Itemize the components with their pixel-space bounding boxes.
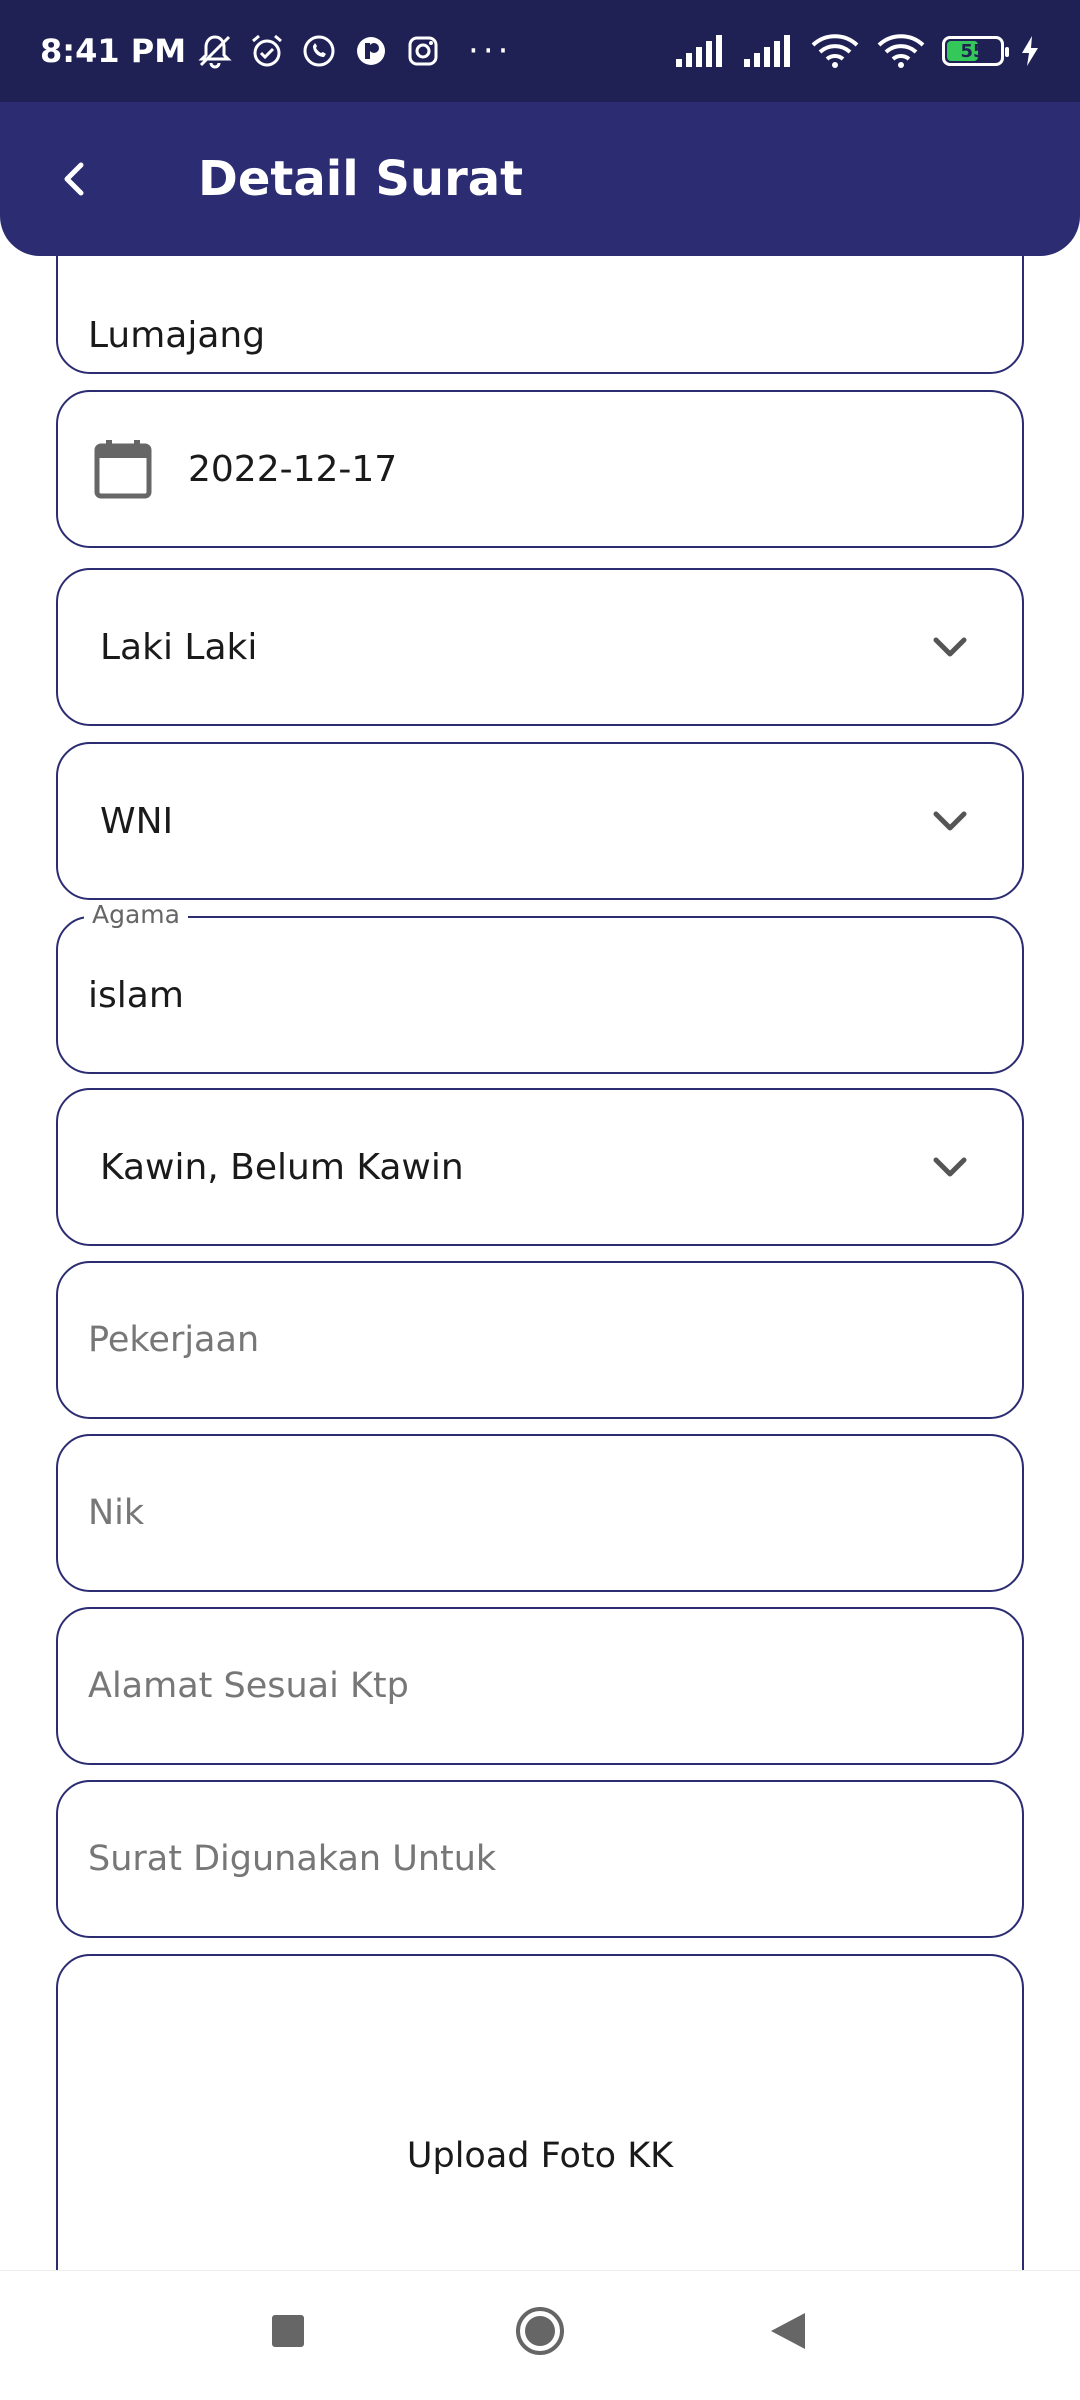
recent-apps-button[interactable]: [268, 2311, 308, 2351]
chevron-down-icon: [933, 1157, 967, 1177]
status-bar: 8:41 PM ··· 55: [0, 0, 1080, 102]
upload-foto-kk-button[interactable]: Upload Foto KK: [56, 1954, 1024, 2270]
keperluan-placeholder: Surat Digunakan Untuk: [88, 1839, 497, 1879]
status-perkawinan-value: Kawin, Belum Kawin: [100, 1146, 464, 1188]
status-time: 8:41 PM: [40, 32, 187, 70]
agama-value: islam: [88, 974, 184, 1016]
chevron-down-icon: [933, 811, 967, 831]
kewarganegaraan-value: WNI: [100, 800, 174, 842]
back-button[interactable]: [36, 139, 116, 219]
upload-label: Upload Foto KK: [406, 2136, 674, 2176]
alarm-icon: [248, 32, 286, 70]
status-perkawinan-select[interactable]: Kawin, Belum Kawin: [56, 1088, 1024, 1246]
form-scroll-area[interactable]: Lumajang 2022-12-17 Laki Laki WNI Agama …: [0, 0, 1080, 2270]
battery-indicator: 55: [942, 36, 1009, 66]
square-icon: [272, 2315, 304, 2347]
nik-placeholder: Nik: [88, 1493, 145, 1533]
triangle-left-icon: [771, 2313, 805, 2349]
system-nav-bar: [0, 2270, 1080, 2400]
alamat-field[interactable]: Alamat Sesuai Ktp: [56, 1607, 1024, 1765]
whatsapp-icon: [300, 32, 338, 70]
wifi-icon: [811, 34, 859, 68]
pekerjaan-field[interactable]: Pekerjaan: [56, 1261, 1024, 1419]
page-title: Detail Surat: [198, 151, 524, 207]
calendar-icon: [94, 440, 152, 499]
tanggal-lahir-field[interactable]: 2022-12-17: [56, 390, 1024, 548]
more-notifications: ···: [468, 31, 513, 71]
nik-field[interactable]: Nik: [56, 1434, 1024, 1592]
jenis-kelamin-select[interactable]: Laki Laki: [56, 568, 1024, 726]
jenis-kelamin-value: Laki Laki: [100, 626, 258, 668]
bell-off-icon: [196, 32, 234, 70]
app-bar: Detail Surat: [0, 102, 1080, 256]
app-icon: [352, 32, 390, 70]
alamat-placeholder: Alamat Sesuai Ktp: [88, 1666, 409, 1706]
circle-icon: [516, 2307, 564, 2355]
wifi-icon: [877, 34, 925, 68]
chevron-down-icon: [933, 637, 967, 657]
charging-icon: [1022, 36, 1038, 66]
signal-icon: [744, 35, 790, 67]
pekerjaan-placeholder: Pekerjaan: [88, 1320, 260, 1360]
tanggal-lahir-value: 2022-12-17: [188, 448, 398, 490]
screen: Lumajang 2022-12-17 Laki Laki WNI Agama …: [0, 0, 1080, 2400]
keperluan-field[interactable]: Surat Digunakan Untuk: [56, 1780, 1024, 1938]
chevron-left-icon: [64, 162, 84, 196]
instagram-icon: [404, 32, 442, 70]
kewarganegaraan-select[interactable]: WNI: [56, 742, 1024, 900]
agama-label: Agama: [84, 900, 188, 929]
home-button[interactable]: [514, 2305, 566, 2357]
nav-back-button[interactable]: [766, 2309, 810, 2353]
tempat-lahir-value: Lumajang: [88, 314, 266, 356]
signal-icon: [676, 35, 722, 67]
battery-level: 55: [960, 40, 986, 62]
agama-field[interactable]: Agama islam: [56, 900, 1024, 1074]
